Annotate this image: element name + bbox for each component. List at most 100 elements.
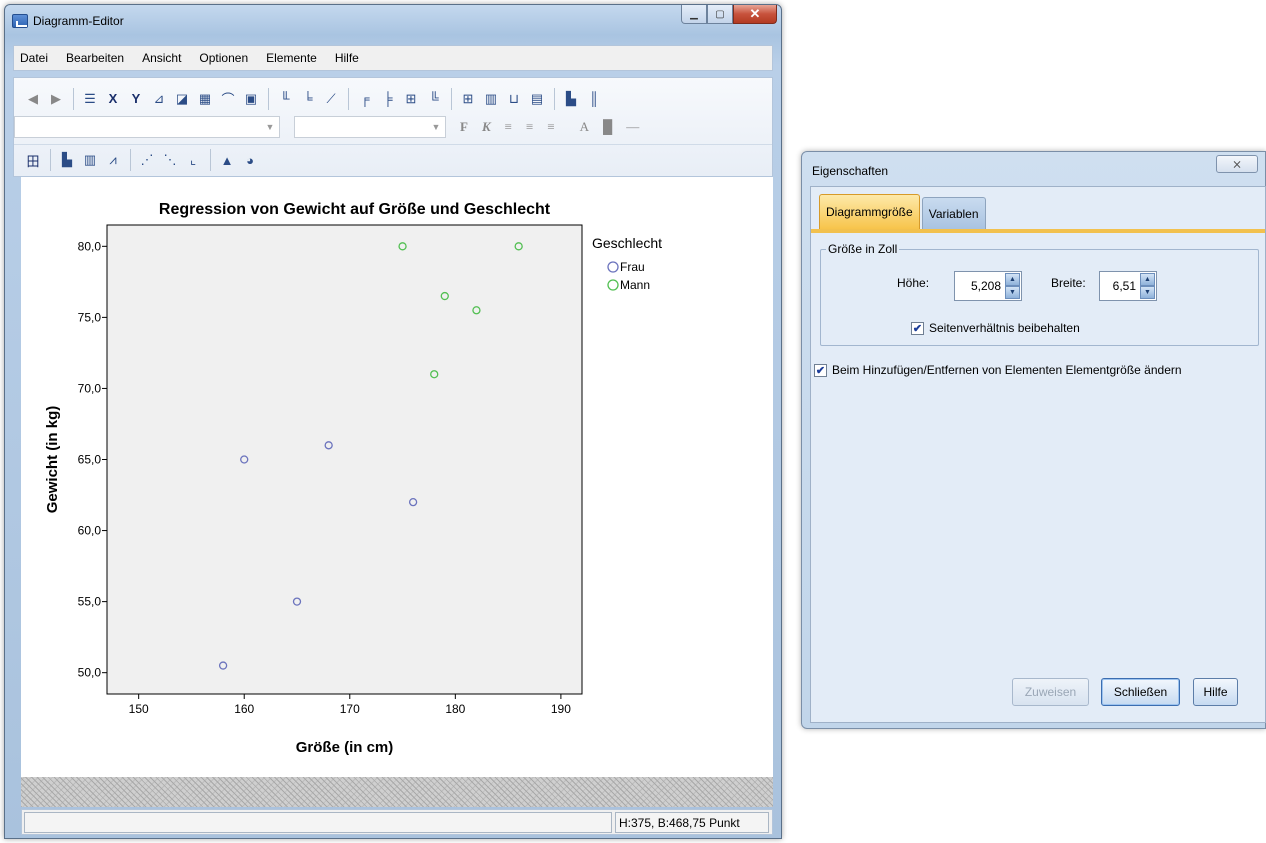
chart-edit-icon[interactable]: ⊿ xyxy=(148,89,170,109)
menu-ansicht[interactable]: Ansicht xyxy=(142,51,181,65)
italic-button[interactable]: K xyxy=(482,119,491,135)
menu-optionen[interactable]: Optionen xyxy=(199,51,248,65)
legend-label-mann: Mann xyxy=(620,278,650,292)
toolbar-area: ◀ ▶ ☰ X Y ⊿ ◪ ▦ ⌒ ▣ ╙ ╘ ⟋ ╒ ╞ ⊞ ╚ ⊞ ▥ ⊔ … xyxy=(13,77,773,177)
toolbar-separator xyxy=(348,87,349,110)
width-decrement-button[interactable]: ▼ xyxy=(1140,286,1155,299)
close-dialog-button[interactable]: Schließen xyxy=(1101,678,1180,706)
minimize-icon: ▁ xyxy=(690,8,698,20)
canvas-scroll-area xyxy=(21,777,773,807)
scatter-matrix-icon[interactable]: ⋱ xyxy=(159,150,181,170)
pie-icon[interactable]: ◕ xyxy=(239,150,261,170)
bar-icon[interactable]: ▙ xyxy=(560,89,582,109)
tab-variables[interactable]: Variablen xyxy=(921,197,986,229)
properties-icon[interactable]: ☰ xyxy=(79,89,101,109)
grid-layout-icon[interactable]: 田 xyxy=(22,150,44,170)
grid-icon[interactable]: ⊞ xyxy=(457,89,479,109)
toolbar-row-2: ▼ ▼ F K ≡ ≡ ≡ A █ — xyxy=(14,111,772,142)
maximize-button[interactable]: ▢ xyxy=(707,5,733,24)
tab-underline xyxy=(811,229,1265,233)
aspect-ratio-checkbox[interactable]: ✔ xyxy=(911,322,924,335)
undo-icon[interactable]: ◀ xyxy=(22,89,44,109)
chevron-down-icon: ▼ xyxy=(265,121,275,132)
height-spinner[interactable]: 5,208 ▲ ▼ xyxy=(954,271,1022,301)
status-bar: H:375, B:468,75 Punkt xyxy=(21,809,773,835)
bold-button[interactable]: F xyxy=(460,119,468,135)
aspect-ratio-label: Seitenverhältnis beibehalten xyxy=(929,321,1080,335)
histogram-icon[interactable]: ▲ xyxy=(216,150,238,170)
y-axis-icon[interactable]: Y xyxy=(125,89,147,109)
axis-icon[interactable]: ⊔ xyxy=(503,89,525,109)
annotation-icon[interactable]: ╞ xyxy=(377,89,399,109)
redo-icon[interactable]: ▶ xyxy=(45,89,67,109)
title-icon[interactable]: ╒ xyxy=(354,89,376,109)
area-icon[interactable]: ⌞ xyxy=(182,150,204,170)
resize-icon[interactable]: ◪ xyxy=(171,89,193,109)
width-label: Breite: xyxy=(1051,276,1086,290)
menu-bearbeiten[interactable]: Bearbeiten xyxy=(66,51,124,65)
width-spinner[interactable]: 6,51 ▲ ▼ xyxy=(1099,271,1157,301)
apply-button[interactable]: Zuweisen xyxy=(1012,678,1089,706)
width-value: 6,51 xyxy=(1112,279,1136,293)
reference-line-y-icon[interactable]: ╘ xyxy=(297,89,319,109)
plot-area[interactable] xyxy=(106,224,583,695)
height-decrement-button[interactable]: ▼ xyxy=(1005,286,1020,299)
font-size-combo[interactable]: ▼ xyxy=(294,115,446,138)
menu-elemente[interactable]: Elemente xyxy=(266,51,317,65)
table-icon[interactable]: ▥ xyxy=(480,89,502,109)
scatter-chart[interactable]: Regression von Gewicht auf Größe und Ges… xyxy=(21,177,773,777)
y-tick-label: 75,0 xyxy=(78,310,102,324)
lasso-icon[interactable]: ⌒ xyxy=(217,89,239,109)
line-style-icon[interactable]: — xyxy=(626,119,639,135)
align-left-icon[interactable]: ≡ xyxy=(505,119,512,135)
fill-color-icon[interactable]: █ xyxy=(603,119,612,135)
text-box-icon[interactable]: ⊞ xyxy=(400,89,422,109)
frame-icon[interactable]: ▦ xyxy=(194,89,216,109)
close-icon: ⨯ xyxy=(1231,157,1243,171)
resize-elements-checkbox[interactable]: ✔ xyxy=(814,364,827,377)
minimize-button[interactable]: ▁ xyxy=(681,5,707,24)
align-center-icon[interactable]: ≡ xyxy=(526,119,533,135)
font-color-button[interactable]: A xyxy=(580,119,589,135)
help-button[interactable]: Hilfe xyxy=(1193,678,1238,706)
x-tick-label: 170 xyxy=(340,702,360,716)
legend-marker-mann xyxy=(607,279,619,291)
properties-dialog: Eigenschaften ⨯ Diagrammgröße Variablen … xyxy=(801,151,1266,729)
maximize-icon: ▢ xyxy=(715,8,725,20)
image-icon[interactable]: ▣ xyxy=(240,89,262,109)
y-tick-label: 55,0 xyxy=(78,595,102,609)
footnote-icon[interactable]: ╚ xyxy=(423,89,445,109)
x-axis-label: Größe (in cm) xyxy=(296,739,394,756)
dialog-body: Diagrammgröße Variablen Größe in Zoll Hö… xyxy=(810,186,1266,723)
title-bar[interactable]: Diagramm-Editor ▁ ▢ ✕ xyxy=(5,5,781,33)
align-right-icon[interactable]: ≡ xyxy=(547,119,554,135)
menu-datei[interactable]: Datei xyxy=(20,51,48,65)
toolbar-separator xyxy=(50,149,51,171)
window-title: Diagramm-Editor xyxy=(33,14,124,28)
tab-strip: Diagrammgröße Variablen xyxy=(819,194,988,229)
chart-editor-window: Diagramm-Editor ▁ ▢ ✕ Datei Bearbeiten A… xyxy=(4,4,782,839)
close-button[interactable]: ✕ xyxy=(733,5,777,24)
tab-chart-size[interactable]: Diagrammgröße xyxy=(819,194,920,229)
line-chart-icon[interactable]: ⩘ xyxy=(102,150,124,170)
bar-chart-icon[interactable]: ▙ xyxy=(56,150,78,170)
x-axis-icon[interactable]: X xyxy=(102,89,124,109)
menu-hilfe[interactable]: Hilfe xyxy=(335,51,359,65)
y-tick-label: 60,0 xyxy=(78,524,102,538)
dialog-close-button[interactable]: ⨯ xyxy=(1216,155,1258,173)
reference-line-x-icon[interactable]: ╙ xyxy=(274,89,296,109)
width-increment-button[interactable]: ▲ xyxy=(1140,273,1155,286)
legend-label-frau: Frau xyxy=(620,260,645,274)
chart-canvas[interactable]: Regression von Gewicht auf Größe und Ges… xyxy=(21,177,773,777)
fit-line-icon[interactable]: ⟋ xyxy=(320,89,342,109)
clustered-bar-icon[interactable]: ▥ xyxy=(79,150,101,170)
height-increment-button[interactable]: ▲ xyxy=(1005,273,1020,286)
chart-title: Regression von Gewicht auf Größe und Ges… xyxy=(159,201,551,218)
x-tick-label: 150 xyxy=(129,702,149,716)
columns-icon[interactable]: ║ xyxy=(583,89,605,109)
legend-icon[interactable]: ▤ xyxy=(526,89,548,109)
y-tick-label: 80,0 xyxy=(78,239,102,253)
font-name-combo[interactable]: ▼ xyxy=(14,115,280,138)
scatter-icon[interactable]: ⋰ xyxy=(136,150,158,170)
chart-editor-app-icon xyxy=(12,14,28,28)
